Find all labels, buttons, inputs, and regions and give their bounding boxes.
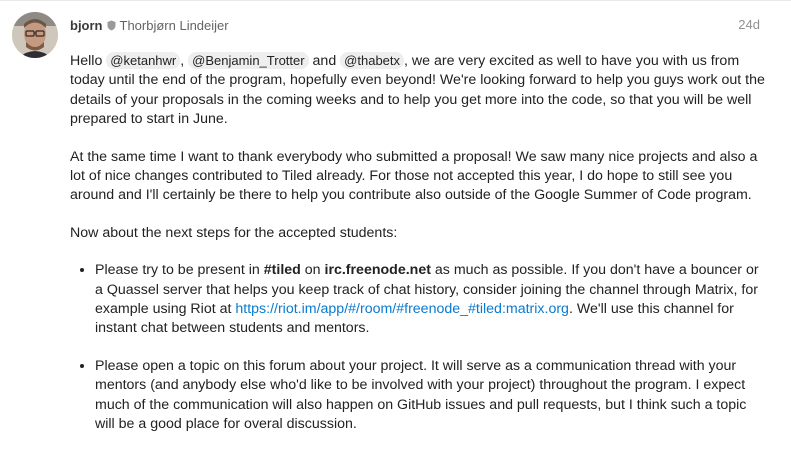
username[interactable]: bjorn <box>70 18 103 33</box>
separator-text: , <box>180 53 185 69</box>
post-divider <box>0 0 791 1</box>
mention-ketanhwr[interactable]: @ketanhwr <box>106 52 181 69</box>
steps-list: Please try to be present in #tiled on ir… <box>70 261 766 434</box>
channel-name: #tiled <box>263 262 301 279</box>
greeting-text: Hello <box>70 53 103 69</box>
paragraph-next-steps: Now about the next steps for the accepte… <box>70 224 398 241</box>
user-avatar[interactable] <box>12 12 58 58</box>
post-date[interactable]: 24d <box>738 17 760 32</box>
shield-icon <box>107 20 116 31</box>
paragraph-thanks: At the same time I want to thank everybo… <box>70 148 758 204</box>
full-name[interactable]: Thorbjørn Lindeijer <box>120 18 229 33</box>
server-name: irc.freenode.net <box>324 262 431 279</box>
mention-thabetx[interactable]: @thabetx <box>340 52 405 69</box>
list-item: Please try to be present in #tiled on ir… <box>95 261 766 339</box>
bullet1-text-2: on <box>300 262 325 279</box>
mention-benjamin-trotter[interactable]: @Benjamin_Trotter <box>188 52 309 69</box>
post-meta: bjorn Thorbjørn Lindeijer <box>70 15 229 35</box>
and-text: and <box>312 53 337 69</box>
forum-post: bjorn Thorbjørn Lindeijer 24d Hello @ket… <box>0 0 791 432</box>
bullet1-text-1: Please try to be present in <box>95 262 264 279</box>
list-item: Please open a topic on this forum about … <box>95 357 766 435</box>
paragraph-intro: Hello @ketanhwr, @Benjamin_Trotter and @… <box>70 52 766 130</box>
riot-matrix-link[interactable]: https://riot.im/app/#/room/#freenode_#ti… <box>235 301 569 317</box>
post-content: Hello @ketanhwr, @Benjamin_Trotter and @… <box>70 52 766 453</box>
avatar-image <box>12 12 58 58</box>
